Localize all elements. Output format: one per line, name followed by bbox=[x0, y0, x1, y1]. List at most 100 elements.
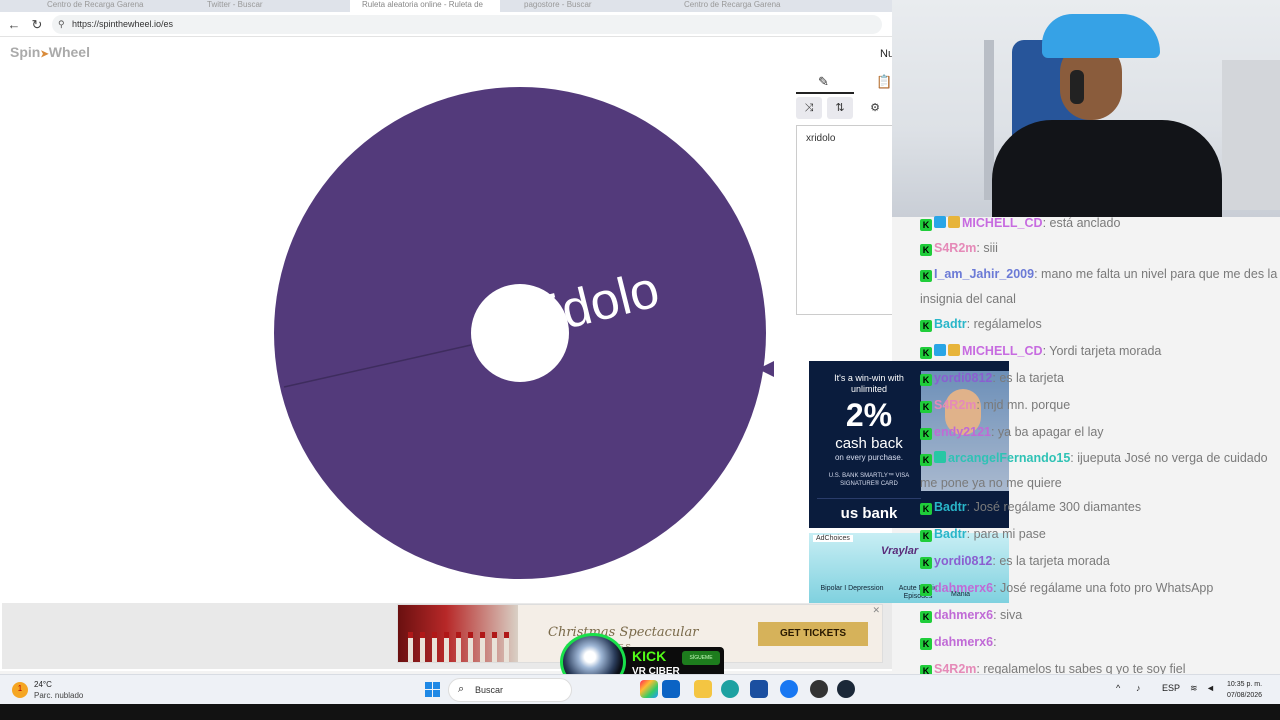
chat-badge-icon bbox=[948, 344, 960, 356]
search-label: Buscar bbox=[475, 685, 504, 695]
chat-username[interactable]: MICHELL_CD bbox=[962, 216, 1043, 230]
shuffle-icon[interactable]: ⤨ bbox=[796, 97, 822, 119]
chat-text: : bbox=[993, 635, 997, 649]
chat-message: Kdahmerx6: José regálame una foto pro Wh… bbox=[920, 575, 1278, 602]
clock-time[interactable]: 10:35 p. m. bbox=[1227, 681, 1262, 688]
reload-icon[interactable]: ↻ bbox=[29, 17, 45, 33]
settings-icon[interactable]: ⚙ bbox=[862, 97, 888, 119]
chat-message: K MICHELL_CD: está anclado bbox=[920, 210, 1278, 237]
chat-text: : para mi pase bbox=[966, 527, 1046, 541]
chat-message: K I_am_Jahir_2009: mano me falta un nivel… bbox=[920, 262, 1278, 312]
chat-username[interactable]: S4R2m bbox=[934, 398, 976, 412]
chat-text: : mjd mn. porque bbox=[976, 398, 1071, 412]
wifi-icon[interactable]: ≋ bbox=[1190, 683, 1198, 694]
chat-badge-icon bbox=[934, 216, 946, 228]
chat-username[interactable]: dahmerx6 bbox=[934, 608, 993, 622]
url-field[interactable]: ⚲ https://spinthewheel.io/es bbox=[52, 15, 882, 34]
ad-text: cash back bbox=[835, 435, 903, 452]
mic-icon[interactable]: ♪ bbox=[1136, 683, 1141, 693]
chat-username[interactable]: I_am_Jahir_2009 bbox=[934, 267, 1034, 281]
chat-message: K Badtr: José regálame 300 diamantes bbox=[920, 494, 1278, 521]
adchoices-label[interactable]: AdChoices bbox=[813, 535, 853, 542]
entries-textarea[interactable]: xridolo bbox=[796, 125, 892, 315]
chat-message: K Badtr: para mi pase bbox=[920, 521, 1278, 548]
dancer-figure bbox=[456, 632, 461, 662]
chat-username[interactable]: dahmerx6 bbox=[934, 635, 993, 649]
chat-text: : es la tarjeta bbox=[992, 371, 1064, 385]
browser-tab[interactable]: Centro de Recarga Garena bbox=[672, 0, 822, 12]
dancer-figure bbox=[468, 632, 473, 662]
pencil-icon[interactable]: ✎ bbox=[818, 74, 829, 90]
browser-tab-active[interactable]: Ruleta aleatoria online - Ruleta de bbox=[350, 0, 500, 12]
chat-message: Kyordi0812: es la tarjeta bbox=[920, 365, 1278, 392]
kick-badge-icon: K bbox=[920, 557, 932, 569]
chat-username[interactable]: Badtr bbox=[934, 527, 967, 541]
browser-tab[interactable]: Centro de Recarga Garena bbox=[35, 0, 185, 12]
dancer-figure bbox=[432, 632, 437, 662]
photos-app-icon[interactable] bbox=[640, 680, 658, 698]
chat-badge-icon bbox=[934, 451, 946, 463]
letterbox-bar bbox=[0, 704, 1280, 720]
facebook-icon[interactable] bbox=[780, 680, 798, 698]
dancer-figure bbox=[492, 632, 497, 662]
kick-logo: KICK bbox=[632, 648, 667, 664]
weather-desc: Parc. nublado bbox=[34, 691, 84, 700]
chevron-up-icon[interactable]: ^ bbox=[1116, 683, 1120, 693]
back-arrow-icon[interactable]: ← bbox=[6, 17, 22, 33]
site-info-icon[interactable]: ⚲ bbox=[58, 19, 65, 30]
browser-tab-bar: Centro de Recarga Garena Twitter - Busca… bbox=[0, 0, 892, 12]
ad-image bbox=[398, 605, 518, 662]
chat-text: : Yordi tarjeta morada bbox=[1042, 344, 1162, 358]
steam-icon[interactable] bbox=[837, 680, 855, 698]
kick-badge-icon: K bbox=[920, 428, 932, 440]
get-tickets-button[interactable]: GET TICKETS bbox=[758, 622, 868, 646]
file-explorer-icon[interactable] bbox=[694, 680, 712, 698]
clipboard-icon[interactable]: 📋 bbox=[876, 74, 892, 90]
chat-username[interactable]: S4R2m bbox=[934, 241, 976, 255]
kick-badge-icon: K bbox=[920, 320, 932, 332]
kick-badge-icon: K bbox=[920, 503, 932, 515]
streamer-body bbox=[992, 120, 1222, 217]
spin-wheel[interactable]: xridolo bbox=[274, 87, 774, 587]
chat-message: K S4R2m: siii bbox=[920, 235, 1278, 262]
kick-badge-icon: K bbox=[920, 454, 932, 466]
dancer-figure bbox=[420, 632, 425, 662]
chat-username[interactable]: yordi0812 bbox=[934, 371, 992, 385]
chat-username[interactable]: yordi0812 bbox=[934, 554, 992, 568]
background-shelf bbox=[1222, 60, 1280, 210]
dancer-figure bbox=[480, 632, 485, 662]
edge-browser-icon[interactable] bbox=[721, 680, 739, 698]
dancer-figure bbox=[408, 632, 413, 662]
store-app-icon[interactable] bbox=[662, 680, 680, 698]
sort-icon[interactable]: ⇅ bbox=[827, 97, 853, 119]
ad-text: on every purchase. bbox=[834, 453, 904, 462]
entry-line: xridolo bbox=[806, 133, 836, 144]
chat-username[interactable]: dahmerx6 bbox=[934, 581, 993, 595]
chat-message: Kdahmerx6: siva bbox=[920, 602, 1278, 629]
volume-icon[interactable]: ◄ bbox=[1206, 683, 1215, 693]
browser-tab[interactable]: Twitter - Buscar bbox=[195, 0, 345, 12]
chat-username[interactable]: Badtr bbox=[934, 317, 967, 331]
site-logo[interactable]: Spin➤Wheel bbox=[10, 44, 90, 60]
chat-username[interactable]: arcangelFernando15 bbox=[948, 451, 1070, 465]
chat-username[interactable]: Badtr bbox=[934, 500, 967, 514]
taskbar-app-icon[interactable] bbox=[750, 680, 768, 698]
spin-wheel-page: Spin➤Wheel Nu xridolo ✎ 📋 ⤨ ⇅ ⚙ xridolo bbox=[0, 37, 894, 671]
browser-tab[interactable]: pagostore - Buscar bbox=[512, 0, 662, 12]
weather-widget[interactable]: 1 24°C Parc. nublado bbox=[12, 680, 112, 702]
chat-text: : es la tarjeta morada bbox=[992, 554, 1110, 568]
windows-start-icon[interactable] bbox=[425, 682, 441, 698]
language-indicator[interactable]: ESP bbox=[1162, 683, 1180, 693]
chat-text: : José regálame una foto pro WhatsApp bbox=[993, 581, 1214, 595]
webcam-overlay bbox=[892, 0, 1280, 217]
chat-message: K S4R2m: mjd mn. porque bbox=[920, 392, 1278, 419]
kick-badge-icon: K bbox=[920, 244, 932, 256]
chat-username[interactable]: endy2121 bbox=[934, 425, 991, 439]
url-text: https://spinthewheel.io/es bbox=[72, 19, 174, 29]
obs-icon[interactable] bbox=[810, 680, 828, 698]
clock-date[interactable]: 07/08/2026 bbox=[1227, 692, 1262, 699]
taskbar-search[interactable]: ⌕ Buscar bbox=[448, 678, 572, 702]
chat-username[interactable]: MICHELL_CD bbox=[962, 344, 1043, 358]
kick-badge-icon: K bbox=[920, 530, 932, 542]
ad-close-icon[interactable]: ✕ bbox=[872, 605, 880, 616]
